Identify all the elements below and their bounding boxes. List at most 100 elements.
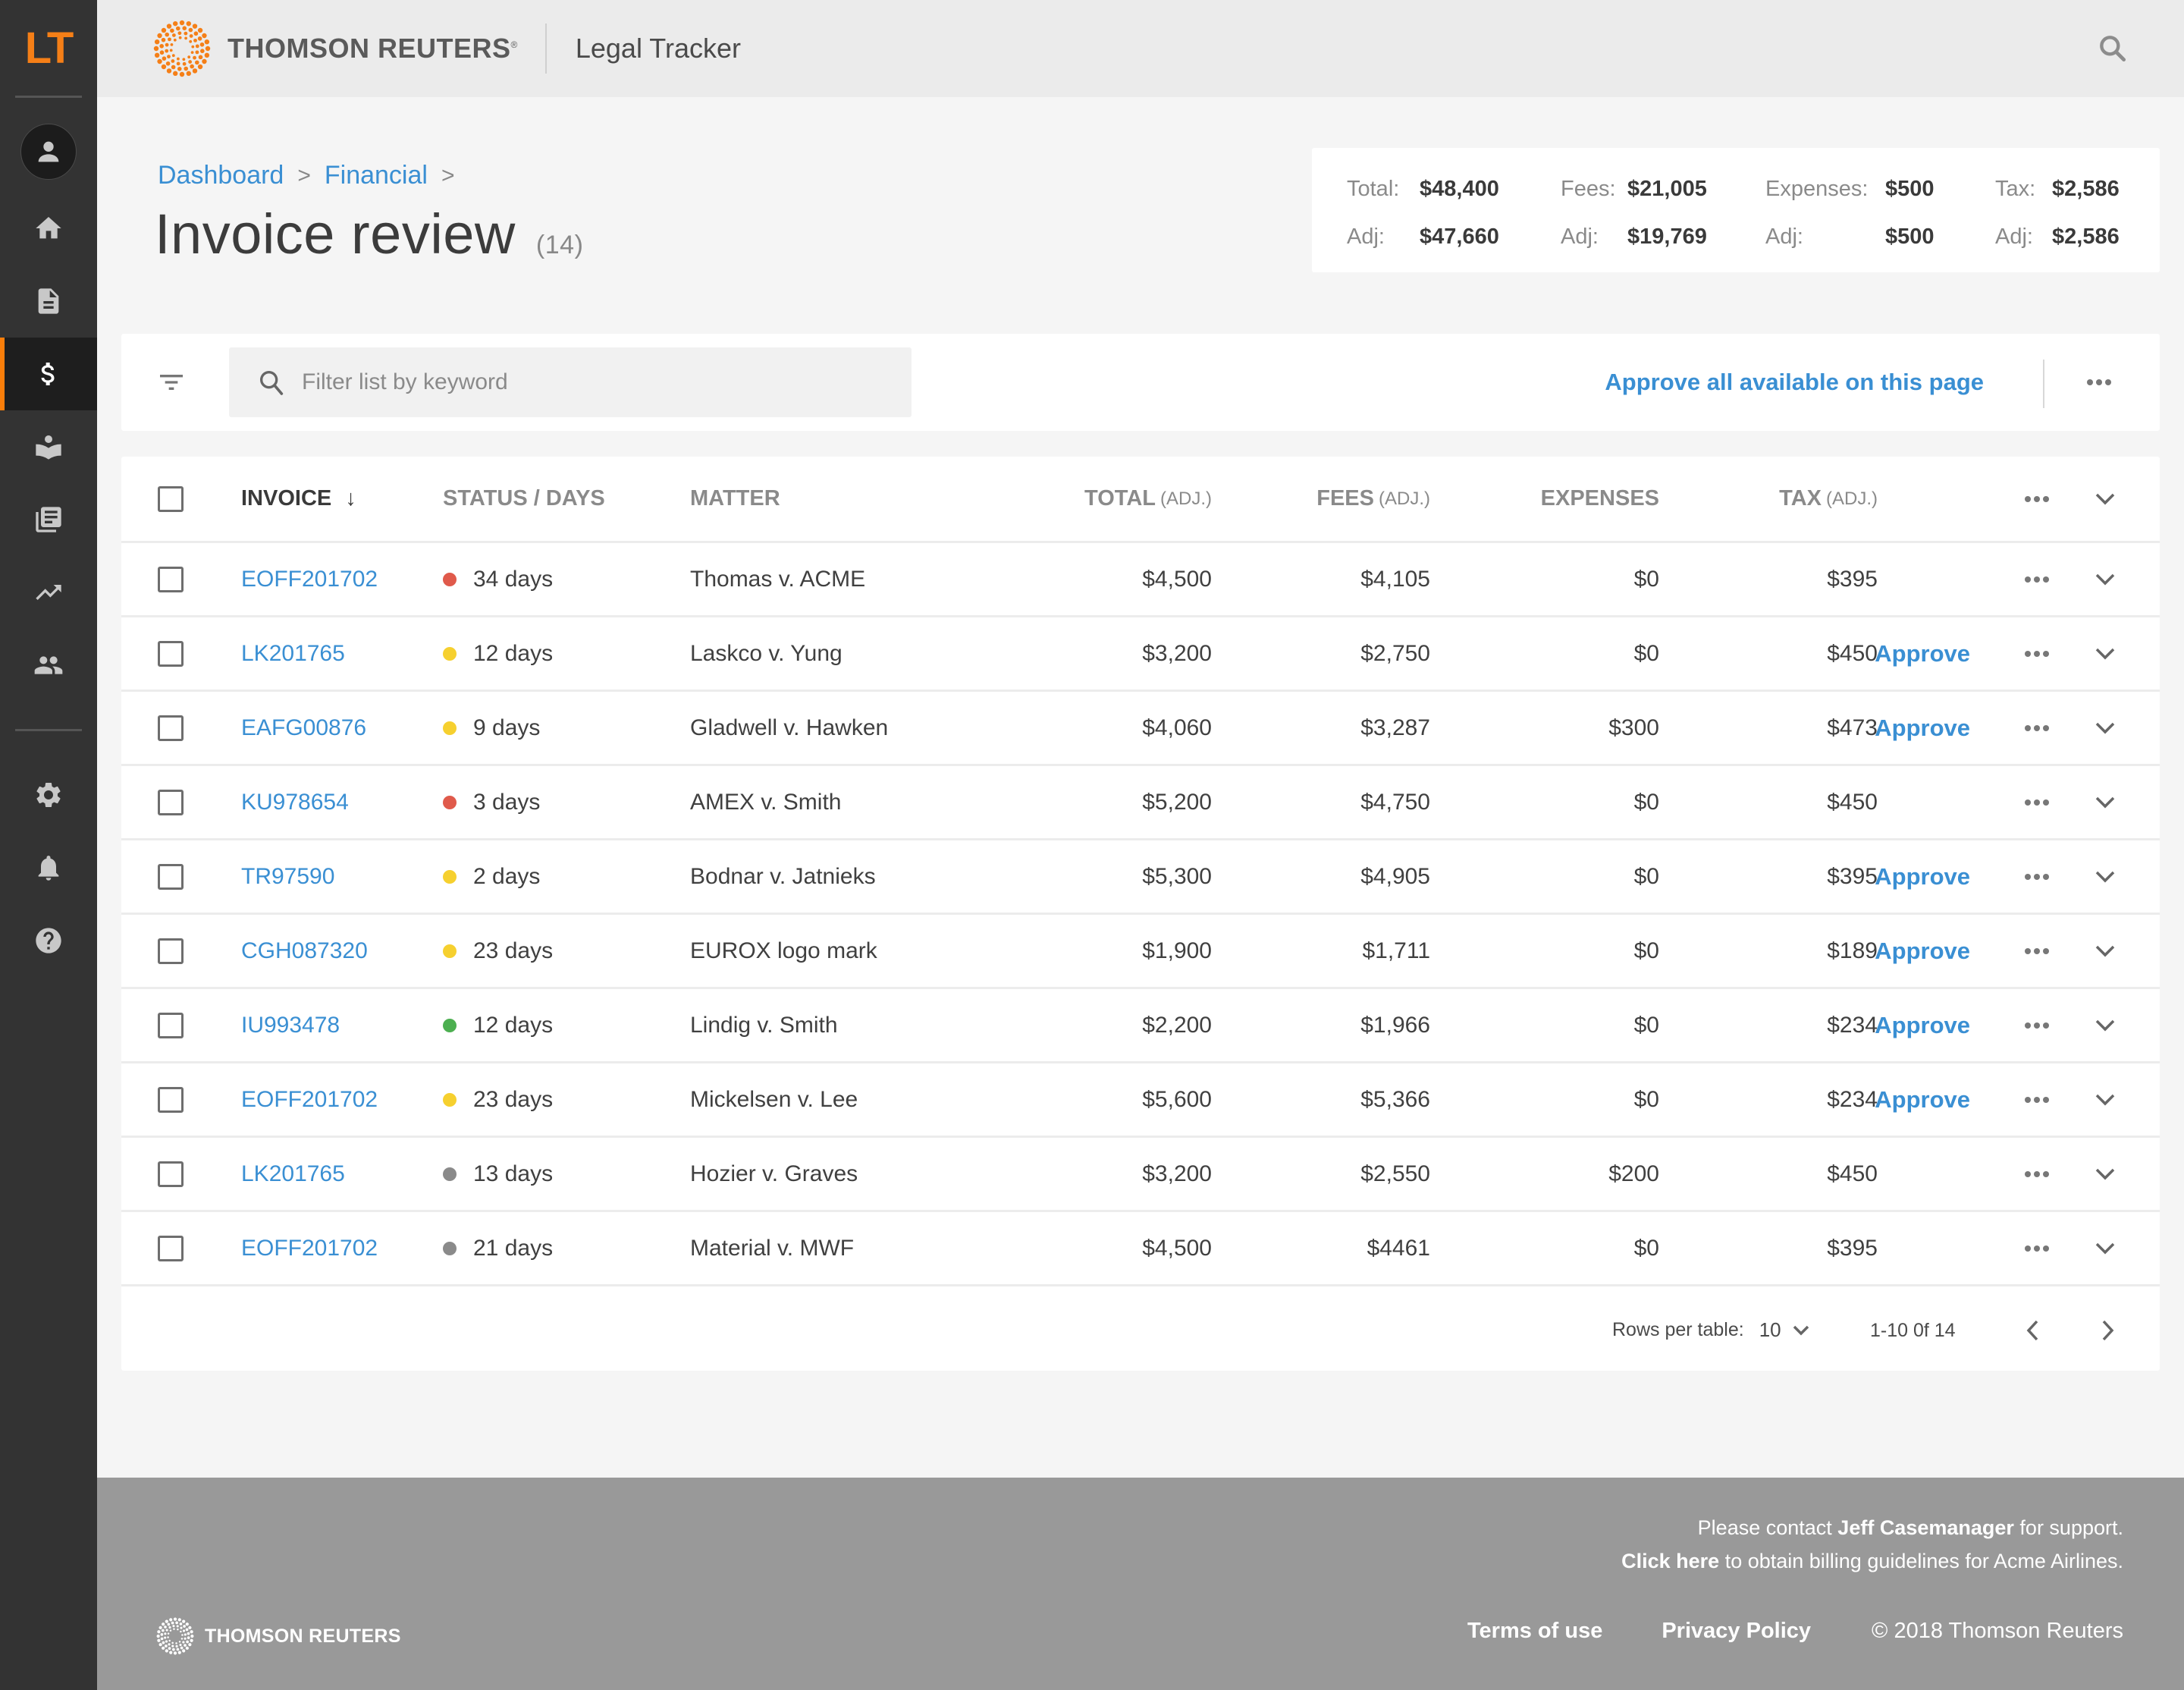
- select-all-checkbox[interactable]: [158, 485, 184, 512]
- invoice-link[interactable]: EOFF201702: [241, 1087, 378, 1113]
- user-avatar[interactable]: [20, 124, 77, 180]
- row-expand-button[interactable]: [2091, 989, 2119, 1061]
- row-more-button[interactable]: [2020, 543, 2054, 615]
- row-checkbox[interactable]: [158, 938, 184, 964]
- header-more-button[interactable]: [2020, 457, 2054, 541]
- breadcrumb-dashboard[interactable]: Dashboard: [158, 161, 284, 190]
- row-more-button[interactable]: [2020, 1212, 2054, 1284]
- row-more-button[interactable]: [2020, 617, 2054, 690]
- sidebar-item-analytics[interactable]: [0, 556, 97, 629]
- terms-of-use-link[interactable]: Terms of use: [1467, 1619, 1602, 1644]
- support-contact-name[interactable]: Jeff Casemanager: [1837, 1516, 2014, 1539]
- invoice-link[interactable]: EOFF201702: [241, 1236, 378, 1261]
- privacy-policy-link[interactable]: Privacy Policy: [1662, 1619, 1811, 1644]
- row-more-button[interactable]: [2020, 1063, 2054, 1136]
- column-header-expenses[interactable]: EXPENSES: [1541, 457, 1659, 541]
- row-more-button[interactable]: [2020, 915, 2054, 987]
- approve-all-button[interactable]: Approve all available on this page: [1605, 369, 1984, 396]
- invoice-link[interactable]: KU978654: [241, 790, 349, 815]
- column-header-fees[interactable]: FEES (ADJ.): [1316, 457, 1430, 541]
- sidebar-item-financial[interactable]: [0, 338, 97, 410]
- invoice-cell: CGH087320: [241, 915, 368, 987]
- invoice-link[interactable]: LK201765: [241, 1161, 345, 1187]
- approve-button[interactable]: Approve: [1875, 1012, 1970, 1039]
- sidebar-item-notifications[interactable]: [0, 831, 97, 904]
- approve-button[interactable]: Approve: [1875, 863, 1970, 891]
- brand[interactable]: THOMSON REUTERS®: [153, 20, 518, 77]
- column-header-label: TAX: [1779, 486, 1822, 510]
- support-info: Please contact Jeff Casemanager for supp…: [1621, 1511, 2123, 1578]
- invoice-link[interactable]: CGH087320: [241, 938, 368, 964]
- days-value: 23 days: [473, 938, 554, 963]
- row-checkbox[interactable]: [158, 715, 184, 741]
- row-checkbox[interactable]: [158, 1235, 184, 1261]
- sidebar-item-help[interactable]: [0, 904, 97, 977]
- sidebar-item-people[interactable]: [0, 629, 97, 702]
- chevron-right-icon[interactable]: [2099, 1318, 2117, 1343]
- chevron-down-icon[interactable]: [1792, 1324, 1810, 1337]
- row-checkbox[interactable]: [158, 640, 184, 667]
- filter-icon[interactable]: [156, 367, 187, 397]
- sidebar-item-learning[interactable]: [0, 410, 97, 483]
- invoice-link[interactable]: TR97590: [241, 864, 334, 890]
- sidebar-item-news[interactable]: [0, 483, 97, 556]
- app-logo[interactable]: LT: [0, 0, 97, 96]
- expenses-cell: $300: [1608, 715, 1659, 740]
- column-header-total[interactable]: TOTAL (ADJ.): [1084, 457, 1212, 541]
- row-expand-button[interactable]: [2091, 1063, 2119, 1136]
- approve-button[interactable]: Approve: [1875, 1086, 1970, 1114]
- row-checkbox[interactable]: [158, 863, 184, 890]
- column-header-tax[interactable]: TAX (ADJ.): [1779, 457, 1878, 541]
- row-more-button[interactable]: [2020, 989, 2054, 1061]
- row-more-button[interactable]: [2020, 692, 2054, 764]
- row-expand-button[interactable]: [2091, 1138, 2119, 1210]
- more-options-icon[interactable]: [2084, 372, 2114, 393]
- keyword-filter-input[interactable]: [302, 369, 878, 395]
- approve-button[interactable]: Approve: [1875, 715, 1970, 742]
- rows-per-page-select[interactable]: 10: [1759, 1318, 1781, 1342]
- row-expand-button[interactable]: [2091, 1212, 2119, 1284]
- approve-button[interactable]: Approve: [1875, 938, 1970, 965]
- matter-cell: Hozier v. Graves: [690, 1161, 858, 1186]
- row-more-button[interactable]: [2020, 1138, 2054, 1210]
- row-expand-button[interactable]: [2091, 840, 2119, 913]
- dollar-icon: [41, 363, 55, 385]
- summary-cell: Fees: $21,005: [1561, 177, 1765, 202]
- summary-value: $21,005: [1627, 177, 1707, 201]
- column-header-matter[interactable]: MATTER: [690, 457, 780, 541]
- row-checkbox[interactable]: [158, 1086, 184, 1113]
- row-checkbox[interactable]: [158, 1161, 184, 1187]
- expenses-cell: $200: [1608, 1161, 1659, 1186]
- sidebar-item-settings[interactable]: [0, 759, 97, 831]
- billing-guidelines-link[interactable]: Click here: [1621, 1550, 1719, 1572]
- breadcrumb-financial[interactable]: Financial: [325, 161, 428, 190]
- sidebar-item-home[interactable]: [0, 192, 97, 265]
- breadcrumb-separator: >: [297, 162, 311, 188]
- row-expand-button[interactable]: [2091, 915, 2119, 987]
- invoice-link[interactable]: IU993478: [241, 1013, 340, 1038]
- row-more-button[interactable]: [2020, 840, 2054, 913]
- invoice-link[interactable]: EOFF201702: [241, 567, 378, 592]
- adj-label: (ADJ.): [1160, 488, 1212, 509]
- sidebar-item-documents[interactable]: [0, 265, 97, 338]
- row-checkbox[interactable]: [158, 789, 184, 815]
- row-checkbox[interactable]: [158, 566, 184, 592]
- row-expand-button[interactable]: [2091, 617, 2119, 690]
- chevron-down-icon: [2095, 1019, 2115, 1031]
- chevron-left-icon[interactable]: [2023, 1318, 2041, 1343]
- row-expand-button[interactable]: [2091, 543, 2119, 615]
- approve-button[interactable]: Approve: [1875, 640, 1970, 668]
- column-header-invoice[interactable]: INVOICE ↓: [241, 457, 356, 541]
- row-expand-button[interactable]: [2091, 766, 2119, 838]
- row-checkbox[interactable]: [158, 1012, 184, 1038]
- invoice-link[interactable]: EAFG00876: [241, 715, 366, 741]
- chevron-down-icon: [2095, 1168, 2115, 1180]
- row-more-button[interactable]: [2020, 766, 2054, 838]
- header-expand-button[interactable]: [2091, 457, 2119, 541]
- column-header-status[interactable]: STATUS / DAYS: [443, 457, 605, 541]
- summary-label: Total:: [1347, 177, 1400, 201]
- row-expand-button[interactable]: [2091, 692, 2119, 764]
- search-icon[interactable]: [2096, 32, 2129, 65]
- chevron-down-icon: [2095, 573, 2115, 585]
- invoice-link[interactable]: LK201765: [241, 641, 345, 667]
